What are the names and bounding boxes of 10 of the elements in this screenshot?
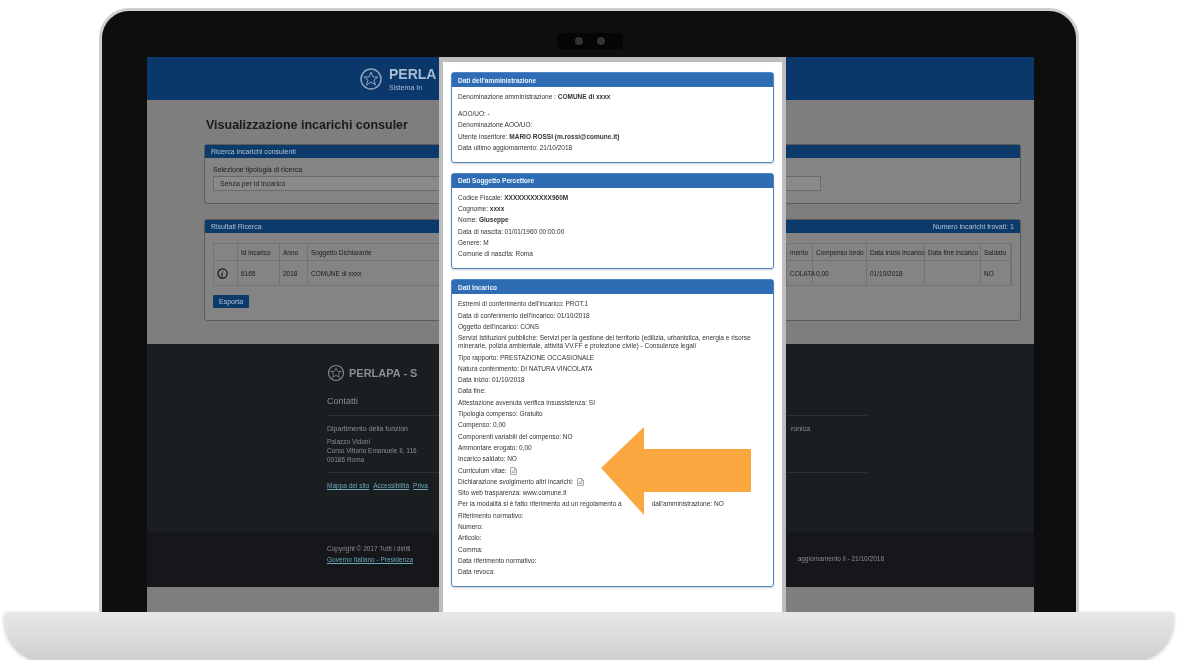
camera-icon bbox=[557, 33, 623, 49]
contacts-heading: Contatti bbox=[327, 396, 359, 406]
emblem-icon bbox=[327, 364, 345, 382]
info-icon[interactable] bbox=[217, 267, 228, 279]
document-icon[interactable] bbox=[576, 477, 584, 486]
page-title: Visualizzazione incarichi consuler bbox=[206, 118, 408, 132]
site-brand: PERLA bbox=[389, 66, 437, 82]
document-icon[interactable] bbox=[509, 466, 517, 475]
footer-brand: PERLAPA - S bbox=[349, 367, 418, 379]
emblem-icon bbox=[359, 66, 383, 91]
